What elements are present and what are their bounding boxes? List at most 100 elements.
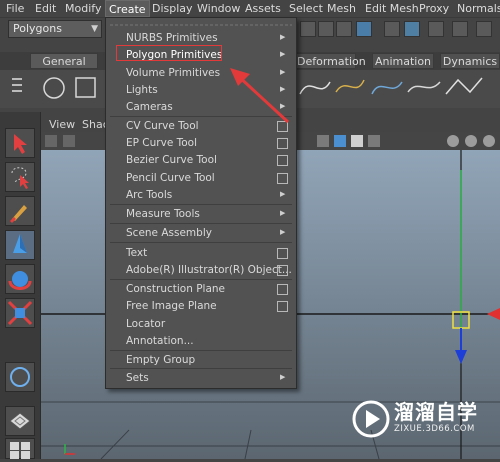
xray-joints-icon[interactable] [483,135,495,147]
shelf-tab-deformation[interactable]: Deformation [296,53,366,69]
submenu-arrow-icon: ▶ [280,228,286,236]
shelf-menu-icon[interactable] [12,78,22,92]
watermark: 溜溜自学 ZIXUE.3D66.COM [352,392,498,448]
select-hierarchy-icon[interactable] [300,21,316,37]
watermark-logo-icon [352,400,390,438]
arc-tool-icon[interactable] [445,77,483,95]
paint-select-tool-icon[interactable] [5,196,35,226]
menu-item-free-image-plane[interactable]: Free Image Plane [126,300,217,312]
pencil-curve-icon[interactable] [407,81,441,93]
menu-display[interactable]: Display [152,2,193,15]
menu-separator [110,368,292,369]
chevron-down-icon: ▼ [91,24,98,34]
make-live-icon[interactable] [476,21,492,37]
menu-item-lights[interactable]: Lights [126,84,158,96]
option-box-icon[interactable] [277,173,288,184]
menu-proxy[interactable]: Proxy [419,2,449,15]
camera-attributes-icon[interactable] [63,135,75,147]
submenu-arrow-icon: ▶ [280,190,286,198]
option-box-icon[interactable] [277,301,288,312]
snap-grid-icon[interactable] [384,21,400,37]
menu-item-bezier-curve-tool[interactable]: Bezier Curve Tool [126,154,217,166]
ep-curve-icon[interactable] [335,79,365,93]
curve-tool-icon[interactable] [299,81,331,95]
tear-off-strip[interactable] [106,18,296,26]
menu-item-empty-group[interactable]: Empty Group [126,354,195,366]
shelf-tab-animation[interactable]: Animation [372,53,434,69]
menu-separator [110,223,292,224]
menu-file[interactable]: File [6,2,24,15]
move-manipulator-icon[interactable] [452,308,500,364]
menu-item-cameras[interactable]: Cameras [126,101,173,113]
menu-edit-mesh[interactable]: Edit Mesh [365,2,419,15]
scale-tool-icon[interactable] [5,298,35,328]
option-box-icon[interactable] [277,248,288,259]
select-object-icon[interactable] [318,21,334,37]
submenu-arrow-icon: ▶ [280,373,286,381]
last-tool-icon[interactable] [5,362,35,392]
mode-selector-value: Polygons [13,22,62,35]
move-tool-icon[interactable] [5,230,35,260]
option-box-icon[interactable] [277,265,288,276]
menu-separator [110,350,292,351]
menu-item-volume-primitives[interactable]: Volume Primitives [126,67,220,79]
menu-modify[interactable]: Modify [65,2,101,15]
menu-item-ep-curve-tool[interactable]: EP Curve Tool [126,137,197,149]
circle-primitive-icon[interactable] [43,77,65,99]
menu-item-annotation[interactable]: Annotation... [126,335,194,347]
single-perspective-layout-icon[interactable] [5,406,35,436]
square-primitive-icon[interactable] [75,77,96,98]
submenu-arrow-icon: ▶ [280,50,286,58]
menu-item-cv-curve-tool[interactable]: CV Curve Tool [126,120,199,132]
shelf-tab-general[interactable]: General [30,53,98,69]
menu-normals[interactable]: Normals [457,2,500,15]
lasso-tool-icon[interactable] [5,162,35,192]
wireframe-shading-icon[interactable] [317,135,329,147]
menu-item-scene-assembly[interactable]: Scene Assembly [126,227,212,239]
isolate-select-icon[interactable] [447,135,459,147]
menu-mesh[interactable]: Mesh [327,2,356,15]
watermark-title: 溜溜自学 [394,400,478,424]
watermark-subtitle: ZIXUE.3D66.COM [394,424,475,434]
menu-item-sets[interactable]: Sets [126,372,149,384]
camera-select-icon[interactable] [45,135,57,147]
menu-item-adobe-illustrator-object[interactable]: Adobe(R) Illustrator(R) Object... [126,264,292,276]
option-box-icon[interactable] [277,284,288,295]
smooth-shade-icon[interactable] [334,135,346,147]
option-box-icon[interactable] [277,155,288,166]
menu-item-arc-tools[interactable]: Arc Tools [126,189,172,201]
menu-create[interactable]: Create [105,0,150,17]
submenu-arrow-icon: ▶ [280,209,286,217]
panel-menu-view[interactable]: View [49,118,75,131]
highlight-box [116,45,222,61]
bezier-curve-icon[interactable] [371,81,403,95]
xray-icon[interactable] [465,135,477,147]
menu-separator [110,242,292,243]
menu-separator [110,279,292,280]
menu-separator [110,204,292,205]
menu-item-pencil-curve-tool[interactable]: Pencil Curve Tool [126,172,215,184]
rotate-tool-icon[interactable] [5,264,35,294]
mode-selector[interactable]: Polygons ▼ [8,20,102,38]
menu-item-text[interactable]: Text [126,247,147,259]
menu-select[interactable]: Select [289,2,323,15]
menu-item-nurbs-primitives[interactable]: NURBS Primitives [126,32,218,44]
annotation-arrow [230,68,290,124]
menu-edit[interactable]: Edit [35,2,56,15]
select-tool-icon[interactable] [5,128,35,158]
option-box-icon[interactable] [277,138,288,149]
menu-item-construction-plane[interactable]: Construction Plane [126,283,225,295]
lighting-icon[interactable] [368,135,380,147]
lock-selection-icon[interactable] [356,21,372,37]
textured-icon[interactable] [351,135,363,147]
select-component-icon[interactable] [336,21,352,37]
menu-assets[interactable]: Assets [245,2,281,15]
four-view-layout-icon[interactable] [5,438,35,459]
snap-point-icon[interactable] [428,21,444,37]
menu-window[interactable]: Window [197,2,240,15]
menu-item-measure-tools[interactable]: Measure Tools [126,208,200,220]
menu-item-locator[interactable]: Locator [126,318,165,330]
snap-view-plane-icon[interactable] [452,21,468,37]
snap-curve-icon[interactable] [404,21,420,37]
shelf-tab-dynamics[interactable]: Dynamics [440,53,500,69]
